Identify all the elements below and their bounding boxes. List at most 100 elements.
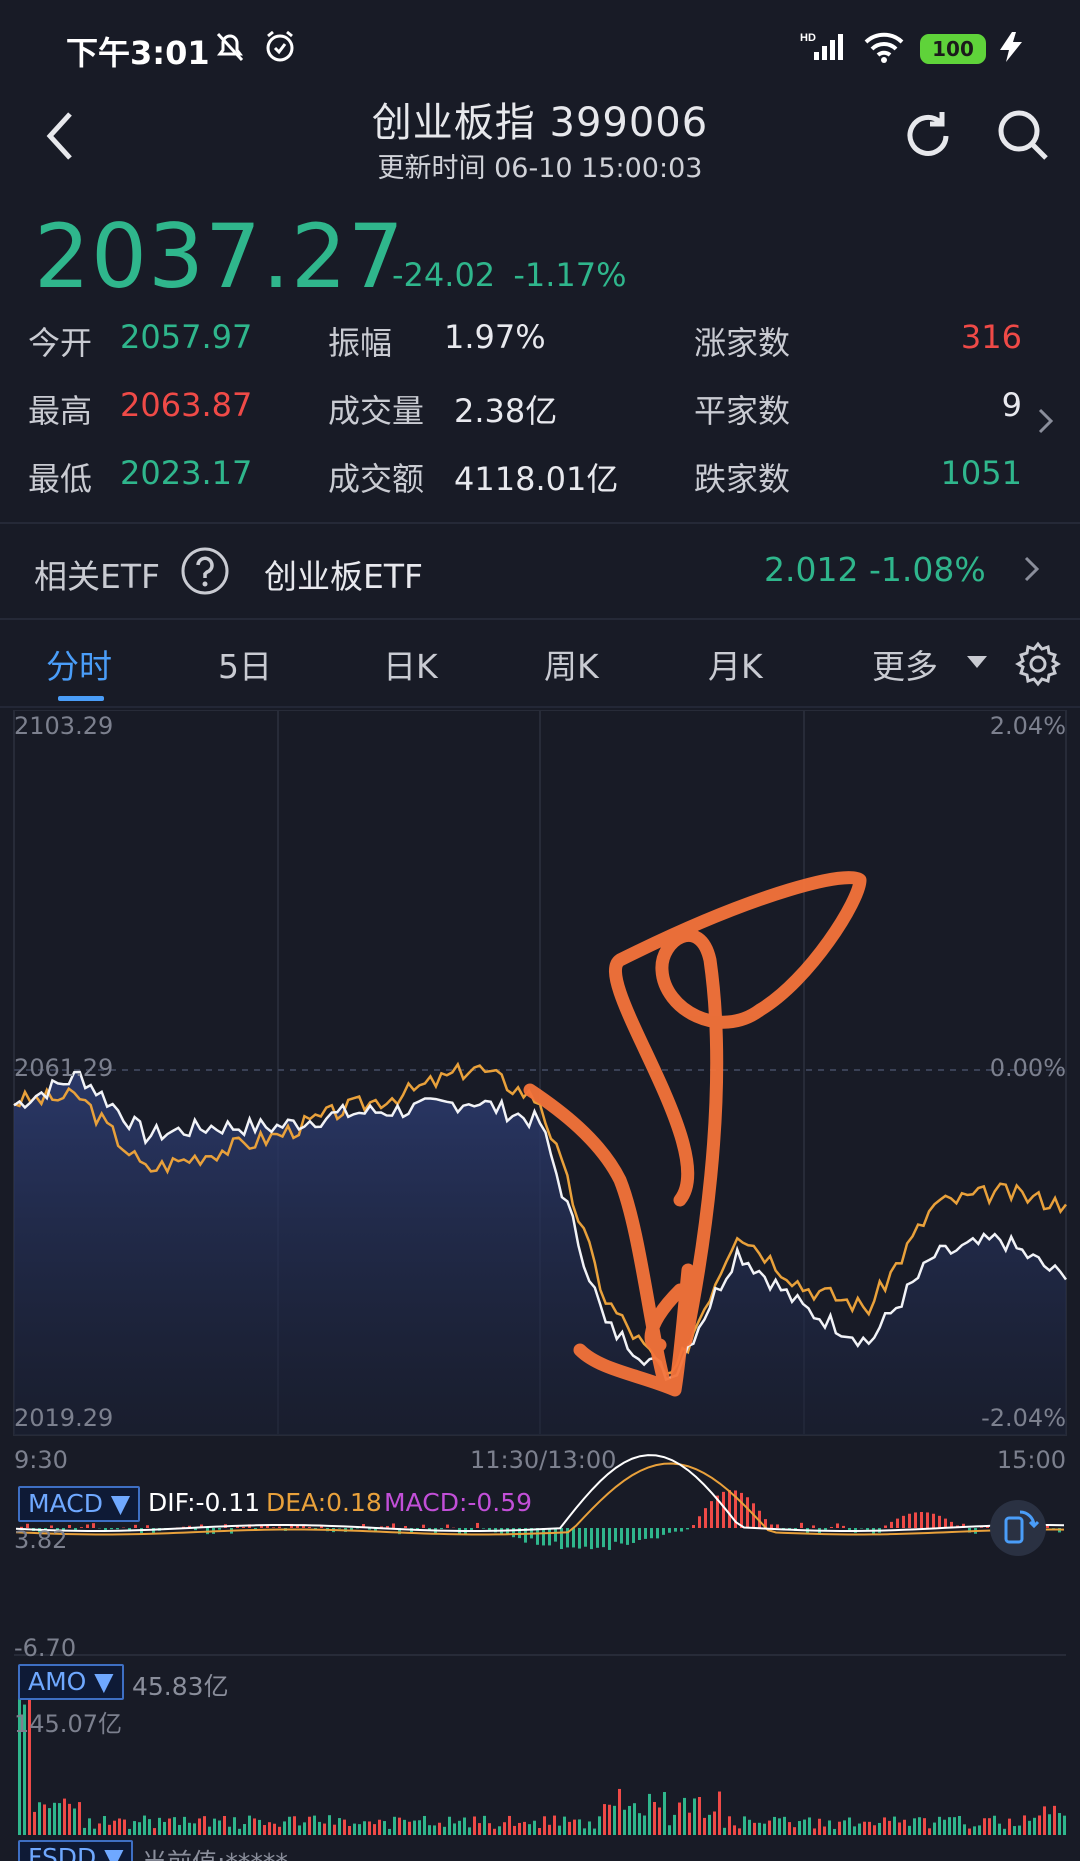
macd-histogram-bar: [842, 1525, 845, 1528]
amo-volume-bar: [813, 1828, 816, 1835]
amo-volume-bar: [1063, 1815, 1066, 1835]
amo-volume-bar: [513, 1825, 516, 1835]
macd-histogram-bar: [644, 1528, 647, 1539]
gear-icon[interactable]: [1014, 640, 1062, 688]
macd-histogram-bar: [146, 1525, 149, 1528]
amo-volume-bar: [758, 1822, 761, 1835]
amo-volume-bar: [323, 1823, 326, 1835]
amo-volume-bar: [293, 1816, 296, 1835]
etf-label: 相关ETF: [34, 557, 160, 596]
amo-volume-bar: [363, 1821, 366, 1835]
amo-volume-bar: [558, 1825, 561, 1835]
macd-histogram-bar: [722, 1491, 725, 1528]
amo-volume-bar: [123, 1819, 126, 1835]
macd-histogram-bar: [692, 1525, 695, 1528]
amo-volume-bar: [393, 1816, 396, 1835]
amo-volume-bar: [748, 1819, 751, 1835]
amo-volume-bar: [768, 1820, 771, 1835]
macd-dea: DEA:0.18: [266, 1488, 382, 1517]
amo-volume-bar: [168, 1818, 171, 1835]
amo-volume-bar: [638, 1813, 641, 1835]
amo-volume-bar: [258, 1819, 261, 1835]
macd-histogram-bar: [608, 1528, 611, 1550]
macd-histogram-bar: [404, 1525, 407, 1528]
tab-active-indicator: [58, 696, 104, 701]
amo-volume-bar: [903, 1819, 906, 1835]
amo-volume-bar: [298, 1825, 301, 1835]
tab-more[interactable]: 更多: [872, 640, 938, 688]
amo-volume-bar: [48, 1808, 51, 1835]
amo-volume-bar: [913, 1818, 916, 1835]
amo-volume-bar: [958, 1815, 961, 1835]
amo-volume-bar: [98, 1823, 101, 1835]
amo-volume-bar: [408, 1821, 411, 1835]
amo-volume-bar: [938, 1816, 941, 1835]
amo-volume-bar: [198, 1818, 201, 1835]
amo-volume-bar: [93, 1828, 96, 1835]
amo-axis-max: 145.07亿: [14, 1710, 122, 1738]
related-etf-row[interactable]: 相关ETF 创业板ETF 2.012 -1.08%: [0, 526, 1080, 616]
amo-volume-bar: [943, 1819, 946, 1835]
amo-volume-bar: [843, 1820, 846, 1835]
amo-volume-bar: [763, 1823, 766, 1835]
amo-volume-bar: [208, 1826, 211, 1835]
tab-daily-k[interactable]: 日K: [383, 640, 438, 688]
amo-volume-bar: [688, 1812, 691, 1835]
refresh-button[interactable]: [900, 108, 956, 164]
macd-histogram-bar: [824, 1528, 827, 1530]
fsdd-indicator-select[interactable]: FSDD ▼: [18, 1840, 134, 1861]
tab-5day[interactable]: 5日: [218, 640, 272, 688]
amo-volume-bar: [608, 1804, 611, 1835]
macd-indicator-select[interactable]: MACD ▼: [18, 1486, 141, 1522]
rotate-screen-button[interactable]: [990, 1500, 1046, 1556]
amo-volume-bar: [1048, 1814, 1051, 1835]
amo-volume-bar: [668, 1825, 671, 1835]
macd-histogram-bar: [134, 1524, 137, 1528]
chevron-right-icon[interactable]: [1036, 406, 1056, 436]
price-area-fill: [14, 1072, 1066, 1435]
amo-volume-bar: [753, 1822, 756, 1835]
etf-quote: 2.012 -1.08%: [764, 550, 986, 589]
amo-volume-bar: [598, 1816, 601, 1835]
amo-volume-bar: [833, 1828, 836, 1835]
amo-volume-bar: [148, 1819, 151, 1835]
low-label: 最低: [28, 460, 93, 498]
tab-weekly-k[interactable]: 周K: [544, 640, 599, 688]
amo-volume-bar: [793, 1827, 796, 1835]
amo-volume-bar: [1033, 1817, 1036, 1835]
etf-change: -1.08%: [868, 550, 986, 589]
macd-histogram-bar: [890, 1521, 893, 1528]
search-button[interactable]: [994, 106, 1052, 164]
macd-histogram-bar: [242, 1526, 245, 1528]
macd-histogram-bar: [776, 1524, 779, 1528]
up-count-value: 316: [960, 318, 1022, 356]
amo-indicator-select[interactable]: AMO ▼: [18, 1664, 124, 1700]
amo-volume-bar: [818, 1818, 821, 1835]
amo-volume-bar: [983, 1818, 986, 1835]
macd-histogram-bar: [116, 1528, 119, 1530]
amo-volume-bar: [533, 1820, 536, 1835]
macd-histogram-bar: [554, 1528, 557, 1542]
macd-histogram-bar: [896, 1518, 899, 1528]
chevron-right-icon[interactable]: [1022, 554, 1042, 584]
macd-histogram-bar: [614, 1528, 617, 1542]
amo-volume-bar: [178, 1824, 181, 1835]
help-icon[interactable]: [180, 546, 230, 596]
amo-volume-bar: [473, 1816, 476, 1835]
amo-current: 45.83亿: [132, 1672, 229, 1701]
turnover-value: 4118.01亿: [454, 460, 619, 498]
amo-volume-bar: [58, 1803, 61, 1835]
amo-volume-bar: [628, 1805, 631, 1835]
cellular-signal-icon: HD: [800, 32, 843, 60]
tab-monthly-k[interactable]: 月K: [708, 640, 763, 688]
amo-volume-bar: [693, 1798, 696, 1835]
amo-volume-bar: [303, 1822, 306, 1835]
price-change: -24.02 -1.17%: [392, 256, 627, 294]
macd-histogram-bar: [680, 1528, 683, 1532]
amo-volume-bar: [118, 1818, 121, 1835]
tab-intraday[interactable]: 分时: [46, 640, 112, 688]
amo-volume-bar: [653, 1802, 656, 1835]
rotate-icon: [1004, 1510, 1040, 1544]
macd-histogram-bar: [656, 1528, 659, 1539]
amo-volume-bar: [138, 1822, 141, 1835]
